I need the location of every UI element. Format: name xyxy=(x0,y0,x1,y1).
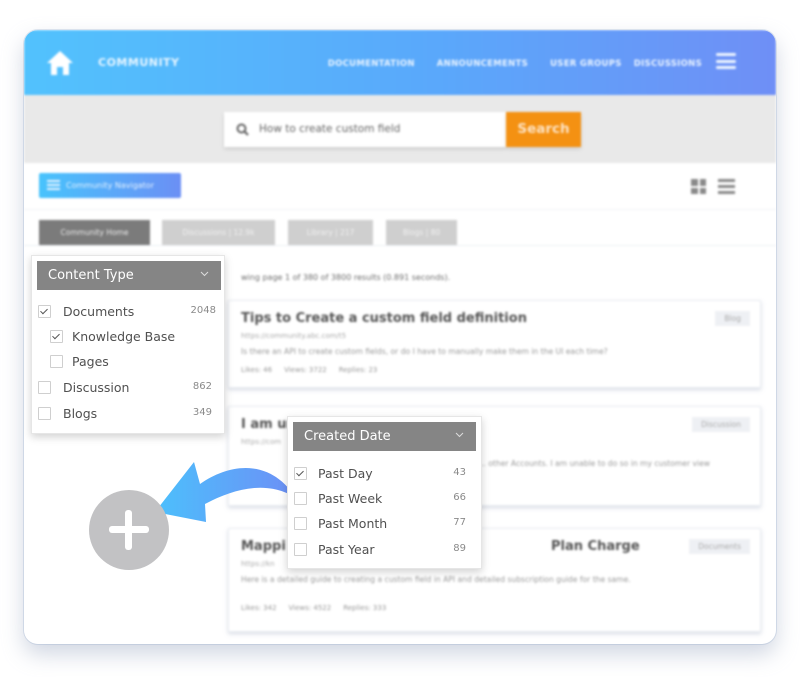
community-navigator-button[interactable]: Community Navigator xyxy=(39,173,181,198)
toolbar: Community Navigator xyxy=(24,163,776,210)
filter-option-label: Blogs xyxy=(63,405,98,421)
result-url[interactable]: https://kn xyxy=(241,560,275,568)
checkbox[interactable] xyxy=(294,491,307,505)
result-description: Here is a detailed guide to creating a c… xyxy=(241,575,631,584)
filter-option-label: Past Year xyxy=(318,541,375,557)
filter-option-label: Past Month xyxy=(318,515,388,531)
chevron-down-icon[interactable] xyxy=(455,430,464,439)
filter-option-label: Past Week xyxy=(318,490,383,506)
checkbox[interactable] xyxy=(294,542,307,556)
grid-view-icon[interactable] xyxy=(691,179,706,194)
search-input-value: How to create custom field xyxy=(259,123,401,135)
brand-name[interactable]: COMMUNITY xyxy=(98,56,180,69)
checkbox[interactable] xyxy=(50,329,63,343)
result-views: Views: 3722 xyxy=(284,366,327,374)
filter-option-count: 349 xyxy=(192,407,212,418)
tab-blogs[interactable]: Blogs | 80 xyxy=(386,220,457,245)
result-type-badge: Blog xyxy=(715,311,750,326)
filter-option-count: 77 xyxy=(453,517,466,528)
top-navigation-bar: COMMUNITY DOCUMENTATION ANNOUNCEMENTS US… xyxy=(24,30,776,95)
search-button[interactable]: Search xyxy=(506,112,581,147)
checkbox[interactable] xyxy=(50,354,63,368)
search-input[interactable]: How to create custom field xyxy=(224,112,506,147)
checkbox[interactable] xyxy=(38,304,51,318)
list-view-icon[interactable] xyxy=(718,179,735,194)
filter-option-label: Knowledge Base xyxy=(72,328,176,344)
community-navigator-label: Community Navigator xyxy=(66,181,154,190)
tab-community-home[interactable]: Community Home xyxy=(39,220,150,245)
curved-arrow-icon xyxy=(155,462,296,522)
result-title[interactable]: Mappi xyxy=(241,539,286,554)
result-replies: Replies: 333 xyxy=(343,604,387,612)
filter-option-past-month[interactable]: Past Month xyxy=(294,514,387,532)
home-icon[interactable] xyxy=(46,50,74,76)
result-url[interactable]: https://community.abc.com/t5 xyxy=(241,332,346,340)
nav-link-announcements[interactable]: ANNOUNCEMENTS xyxy=(437,59,528,69)
nav-link-user-groups[interactable]: USER GROUPS xyxy=(550,59,622,69)
checkbox[interactable] xyxy=(38,406,51,420)
filter-option-discussion[interactable]: Discussion xyxy=(38,378,129,396)
checkbox[interactable] xyxy=(38,380,51,394)
add-filter-button[interactable] xyxy=(89,490,169,570)
created-date-filter-title: Created Date xyxy=(304,429,391,444)
result-card[interactable]: Tips to Create a custom field definition… xyxy=(228,300,761,388)
filter-option-documents[interactable]: Documents xyxy=(38,302,134,320)
tab-library[interactable]: Library | 217 xyxy=(288,220,373,245)
result-description: Is there an API to create custom fields,… xyxy=(241,347,608,356)
result-title-continued[interactable]: Plan Charge xyxy=(551,539,640,554)
nav-link-documentation[interactable]: DOCUMENTATION xyxy=(328,59,415,69)
content-type-filter: Content Type Documents 2048 Knowledge Ba… xyxy=(31,255,225,434)
result-stats: Likes: 342 Views: 4522 Replies: 333 xyxy=(241,604,386,612)
chevron-down-icon[interactable] xyxy=(200,269,209,278)
nav-links: DOCUMENTATION ANNOUNCEMENTS USER GROUPS … xyxy=(328,59,702,69)
result-title[interactable]: Tips to Create a custom field definition xyxy=(241,311,527,326)
nav-link-discussions[interactable]: DISCUSSIONS xyxy=(634,59,702,69)
result-replies: Replies: 23 xyxy=(338,366,378,374)
tab-bar: Community Home Discussions | 12.9k Libra… xyxy=(24,210,776,246)
result-type-badge: Documents xyxy=(689,539,750,554)
result-likes: Likes: 46 xyxy=(241,366,273,374)
filter-option-past-year[interactable]: Past Year xyxy=(294,540,375,558)
result-views: Views: 4522 xyxy=(288,604,332,612)
created-date-filter-header[interactable]: Created Date xyxy=(293,422,476,451)
content-type-filter-header[interactable]: Content Type xyxy=(37,261,221,290)
result-url[interactable]: https://com xyxy=(241,438,281,446)
results-summary: wing page 1 of 380 of 3800 results (0.89… xyxy=(241,273,451,282)
hamburger-menu-icon[interactable] xyxy=(716,53,736,69)
filter-option-past-day[interactable]: Past Day xyxy=(294,464,373,482)
checkbox[interactable] xyxy=(294,516,307,530)
filter-option-count: 66 xyxy=(453,492,466,503)
filter-option-label: Documents xyxy=(63,303,135,319)
filter-option-count: 89 xyxy=(453,543,466,554)
checkbox[interactable] xyxy=(294,466,307,480)
filter-option-pages[interactable]: Pages xyxy=(50,352,109,370)
search-icon xyxy=(236,123,249,136)
filter-option-label: Discussion xyxy=(63,379,130,395)
result-stats: Likes: 46 Views: 3722 Replies: 23 xyxy=(241,366,377,374)
filter-option-past-week[interactable]: Past Week xyxy=(294,489,382,507)
created-date-filter: Created Date Past Day 43 Past Week 66 Pa… xyxy=(287,416,482,569)
content-type-filter-title: Content Type xyxy=(48,268,134,283)
result-likes: Likes: 342 xyxy=(241,604,277,612)
filter-option-count: 43 xyxy=(453,467,466,478)
filter-option-count: 862 xyxy=(192,381,212,392)
result-type-badge: Discussion xyxy=(692,417,750,432)
search-section: How to create custom field Search xyxy=(24,95,776,163)
list-icon xyxy=(47,180,60,191)
tab-discussions[interactable]: Discussions | 12.9k xyxy=(162,220,275,245)
filter-option-label: Past Day xyxy=(318,465,373,481)
filter-option-blogs[interactable]: Blogs xyxy=(38,404,97,422)
filter-option-knowledge-base[interactable]: Knowledge Base xyxy=(50,327,175,345)
filter-option-label: Pages xyxy=(72,353,109,369)
filter-option-count: 2048 xyxy=(190,305,216,316)
